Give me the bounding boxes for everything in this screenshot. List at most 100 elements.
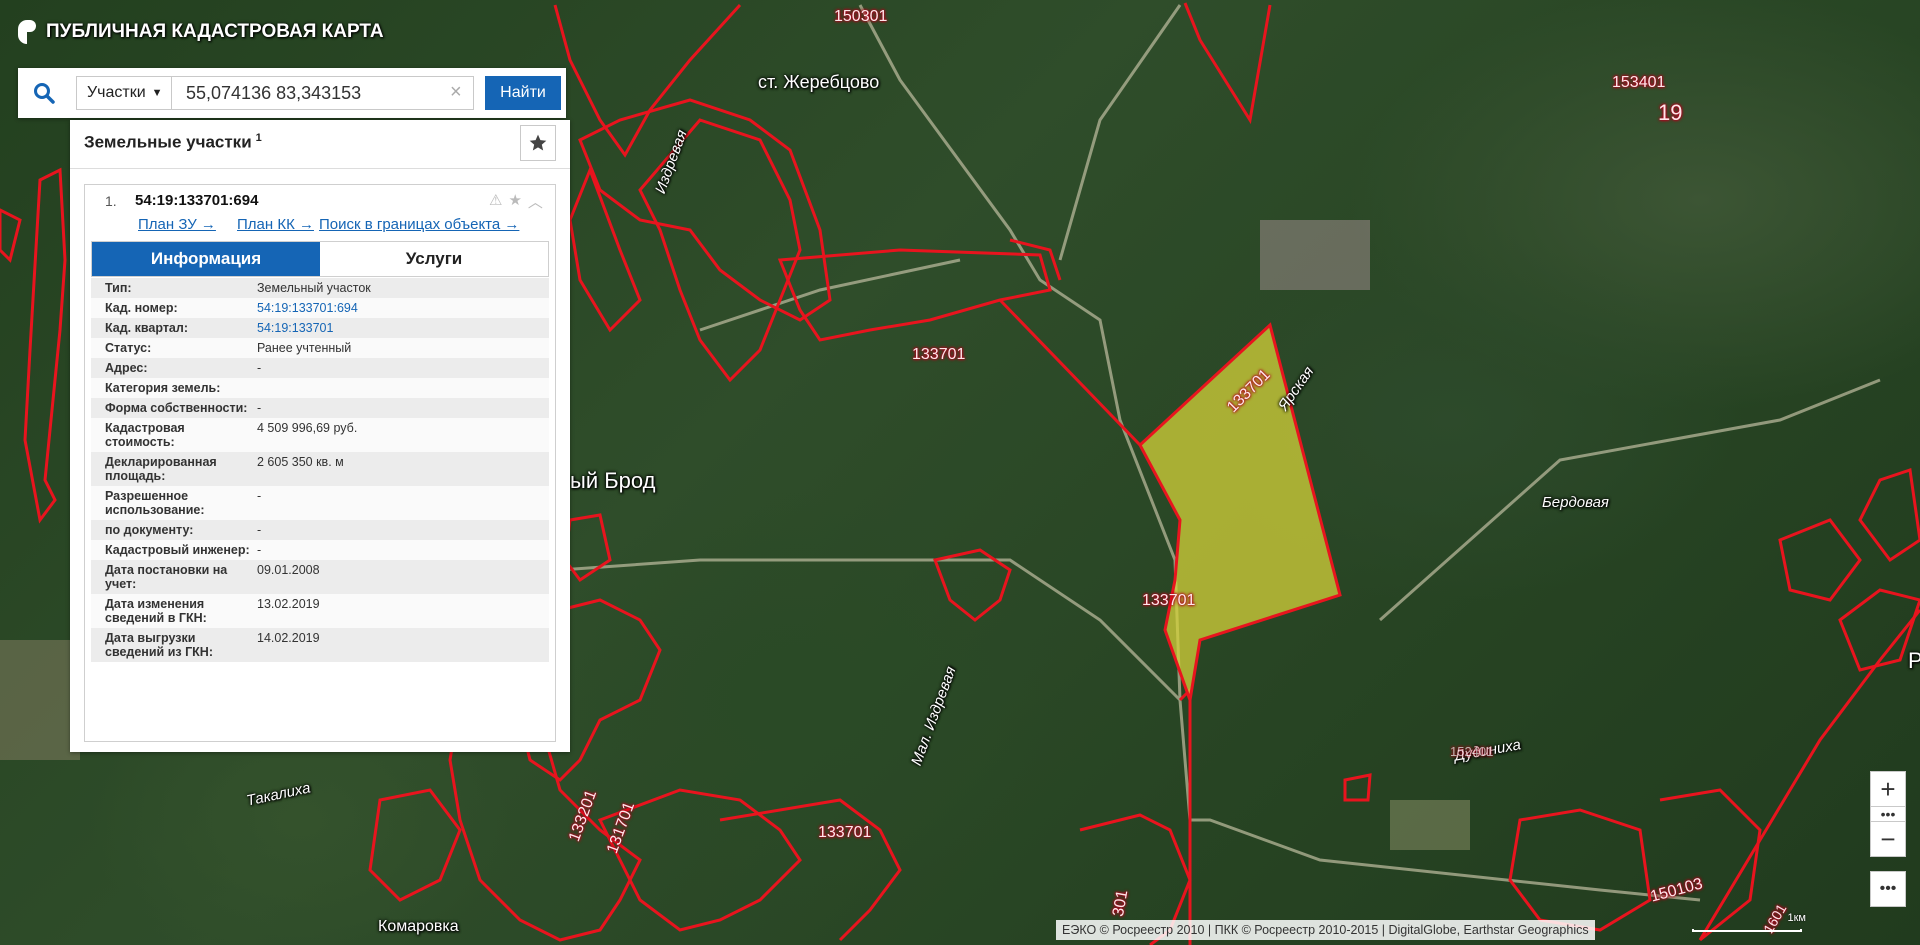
- results-title: Земельные участки 1: [84, 132, 262, 153]
- more-tools-button[interactable]: •••: [1870, 871, 1906, 907]
- info-row: Кад. номер: 54:19:133701:694: [91, 298, 549, 318]
- rosreestr-logo-icon: [18, 20, 36, 44]
- map-label-village: Комаровка: [378, 918, 459, 935]
- info-row: Дата изменения сведений в ГКН: 13.02.2019: [91, 594, 549, 628]
- info-row: Разрешенное использование: -: [91, 486, 549, 520]
- info-key: Кадастровая стоимость:: [105, 421, 185, 449]
- map-label-village: ый Брод: [570, 468, 656, 493]
- info-key: Тип:: [105, 281, 132, 295]
- info-key: Дата изменения сведений в ГКН:: [105, 597, 207, 625]
- zoom-out-button[interactable]: −: [1870, 821, 1906, 857]
- info-row: Тип: Земельный участок: [91, 278, 549, 298]
- clear-icon[interactable]: ×: [450, 81, 462, 104]
- caret-down-icon: ▼: [151, 87, 163, 99]
- info-key: Статус:: [105, 341, 152, 355]
- info-value: 09.01.2008: [257, 563, 320, 577]
- field-patch: [1260, 220, 1370, 290]
- warning-icon[interactable]: ⚠: [489, 191, 502, 212]
- results-panel: Земельные участки 1 1. 54:19:133701:694 ⚠…: [70, 120, 570, 752]
- info-row: Дата выгрузки сведений из ГКН: 14.02.2019: [91, 628, 549, 662]
- map-label-cadastral: 150301: [834, 8, 888, 25]
- info-key: Адрес:: [105, 361, 148, 375]
- app-title: ПУБЛИЧНАЯ КАДАСТРОВАЯ КАРТА: [46, 21, 384, 42]
- info-value: 14.02.2019: [257, 631, 320, 645]
- map-label-edge: Р: [1908, 648, 1920, 673]
- star-icon: [529, 134, 547, 151]
- info-row: Кадастровая стоимость: 4 509 996,69 руб.: [91, 418, 549, 452]
- info-key: Дата выгрузки сведений из ГКН:: [105, 631, 213, 659]
- info-key: Кад. номер:: [105, 301, 178, 315]
- zoom-level-indicator[interactable]: •••: [1870, 806, 1906, 822]
- map-label-cadastral: 133701: [912, 346, 966, 363]
- results-count: 1: [255, 132, 262, 144]
- map-label-cadastral: 152401: [1450, 744, 1494, 759]
- info-key: Декларированная площадь:: [105, 455, 217, 483]
- tab-info[interactable]: Информация: [92, 242, 320, 276]
- info-value: [257, 378, 549, 398]
- info-row: Форма собственности: -: [91, 398, 549, 418]
- zoom-in-button[interactable]: +: [1870, 771, 1906, 807]
- info-value[interactable]: 54:19:133701: [257, 318, 549, 338]
- info-row: Адрес: -: [91, 358, 549, 378]
- scale-bar: 1км: [1692, 912, 1806, 936]
- plan-zu-link[interactable]: План ЗУ →: [138, 216, 216, 233]
- divider: [70, 168, 570, 169]
- card-actions: ⚠ ★ ︿: [489, 191, 543, 212]
- info-value: -: [257, 401, 262, 415]
- info-row: Дата постановки на учет: 09.01.2008: [91, 560, 549, 594]
- info-value: Земельный участок: [257, 281, 371, 295]
- info-value: -: [257, 361, 262, 375]
- info-value: -: [257, 523, 262, 537]
- plan-kk-link[interactable]: План КК →: [237, 216, 314, 233]
- info-row: Категория земель:: [91, 378, 549, 398]
- info-key: Кад. квартал:: [105, 321, 188, 335]
- map-label-river: Бердовая: [1542, 494, 1609, 511]
- info-key: Категория земель:: [105, 381, 221, 395]
- info-row: Декларированная площадь: 2 605 350 кв. м: [91, 452, 549, 486]
- search-input[interactable]: [171, 76, 474, 110]
- info-value: 4 509 996,69 руб.: [257, 421, 358, 435]
- scale-label: 1км: [1787, 912, 1807, 924]
- info-key: Кадастровый инженер:: [105, 543, 250, 557]
- map-label-district: 19: [1658, 100, 1683, 125]
- star-icon[interactable]: ★: [508, 191, 521, 212]
- info-row: Кад. квартал: 54:19:133701: [91, 318, 549, 338]
- result-cadastral-number[interactable]: 54:19:133701:694: [135, 192, 258, 209]
- result-index: 1.: [105, 193, 117, 209]
- map-label-cadastral: 133701: [818, 824, 872, 841]
- field-patch: [1390, 800, 1470, 850]
- info-table: Тип: Земельный участок Кад. номер: 54:19:13…: [91, 278, 549, 662]
- tab-services[interactable]: Услуги: [320, 242, 548, 276]
- info-key: Дата постановки на учет:: [105, 563, 228, 591]
- field-patch: [0, 640, 80, 760]
- info-row: Статус: Ранее учтенный: [91, 338, 549, 358]
- info-value: Ранее учтенный: [257, 341, 352, 355]
- info-value: -: [257, 543, 262, 557]
- info-key: Форма собственности:: [105, 401, 248, 415]
- map-label-cadastral: 133701: [1142, 592, 1196, 609]
- info-value[interactable]: 54:19:133701:694: [257, 298, 549, 318]
- favorite-button[interactable]: [520, 125, 556, 161]
- search-type-label: Участки: [87, 84, 146, 101]
- search-bar: Участки ▼ × Найти: [18, 68, 566, 118]
- app-header: ПУБЛИЧНАЯ КАДАСТРОВАЯ КАРТА: [18, 20, 384, 44]
- info-row: Кадастровый инженер: -: [91, 540, 549, 560]
- card-tabs: Информация Услуги: [91, 241, 549, 277]
- chevron-up-icon[interactable]: ︿: [528, 191, 543, 212]
- map-label-station: ст. Жеребцово: [758, 72, 880, 92]
- info-value: -: [257, 489, 262, 503]
- info-value: 2 605 350 кв. м: [257, 455, 344, 469]
- search-type-dropdown[interactable]: Участки ▼: [76, 76, 172, 110]
- info-row: по документу: -: [91, 520, 549, 540]
- info-key: по документу:: [105, 523, 194, 537]
- search-icon[interactable]: [18, 68, 70, 118]
- info-key: Разрешенное использование:: [105, 489, 205, 517]
- map-label-cadastral: 153401: [1612, 74, 1666, 91]
- search-in-bounds-link[interactable]: Поиск в границах объекта →: [319, 216, 519, 233]
- scale-line: [1692, 929, 1802, 932]
- search-button[interactable]: Найти: [485, 76, 561, 110]
- map-attribution: ЕЭКО © Росреестр 2010 | ПКК © Росреестр …: [1056, 920, 1595, 940]
- results-title-text: Земельные участки: [84, 132, 252, 152]
- info-value: 13.02.2019: [257, 597, 320, 611]
- result-card: 1. 54:19:133701:694 ⚠ ★ ︿ План ЗУ → План…: [84, 184, 556, 742]
